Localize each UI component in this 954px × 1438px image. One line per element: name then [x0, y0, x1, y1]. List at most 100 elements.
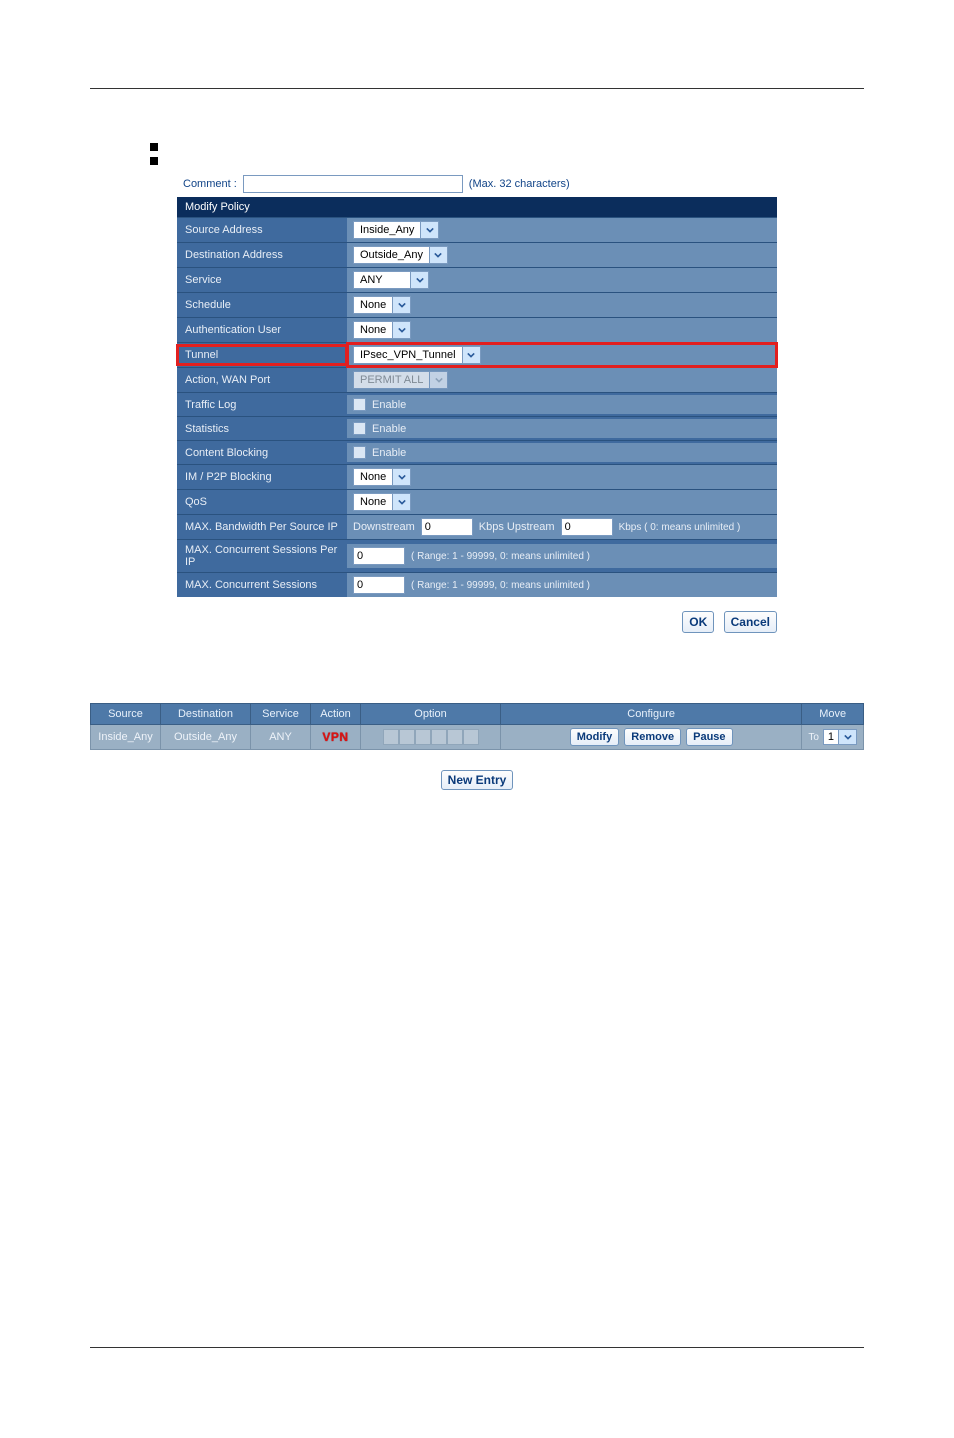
cell-action: VPN	[311, 725, 361, 750]
chevron-down-icon	[392, 297, 410, 313]
bullet-icon	[150, 157, 158, 165]
chevron-down-icon	[462, 347, 480, 363]
cell-destination: Outside_Any	[161, 725, 251, 750]
content-blocking-label: Content Blocking	[177, 443, 347, 463]
statistics-label: Statistics	[177, 419, 347, 439]
th-configure: Configure	[501, 704, 802, 725]
chevron-down-icon	[410, 272, 428, 288]
service-select[interactable]: ANY	[353, 271, 429, 289]
select-value: Outside_Any	[354, 249, 429, 261]
downstream-input[interactable]	[421, 518, 473, 536]
option-slot	[383, 729, 399, 745]
im-p2p-label: IM / P2P Blocking	[177, 467, 347, 487]
policy-table: Source Destination Service Action Option…	[90, 703, 864, 750]
comment-hint: (Max. 32 characters)	[469, 178, 570, 190]
select-value: None	[354, 471, 392, 483]
chevron-down-icon	[392, 322, 410, 338]
cell-service: ANY	[251, 725, 311, 750]
chevron-down-icon	[392, 469, 410, 485]
max-sess-range: ( Range: 1 - 99999, 0: means unlimited )	[411, 580, 590, 591]
enable-text: Enable	[372, 447, 406, 459]
max-sess-ip-range: ( Range: 1 - 99999, 0: means unlimited )	[411, 551, 590, 562]
select-value: 1	[824, 731, 838, 743]
section-title: Modify Policy	[177, 197, 777, 217]
policy-table-wrap: Source Destination Service Action Option…	[90, 703, 864, 790]
qos-label: QoS	[177, 492, 347, 512]
traffic-log-checkbox[interactable]	[353, 398, 366, 411]
enable-text: Enable	[372, 423, 406, 435]
select-value: None	[354, 324, 392, 336]
th-option: Option	[361, 704, 501, 725]
max-sess-input[interactable]	[353, 576, 405, 594]
table-row: Inside_Any Outside_Any ANY VPN	[91, 725, 864, 750]
option-slot	[447, 729, 463, 745]
qos-select[interactable]: None	[353, 493, 411, 511]
enable-text: Enable	[372, 399, 406, 411]
max-sess-ip-input[interactable]	[353, 547, 405, 565]
comment-label: Comment :	[183, 178, 237, 190]
content-blocking-checkbox[interactable]	[353, 446, 366, 459]
destination-address-label: Destination Address	[177, 245, 347, 265]
th-source: Source	[91, 704, 161, 725]
select-value: IPsec_VPN_Tunnel	[354, 349, 462, 361]
statistics-checkbox[interactable]	[353, 422, 366, 435]
th-destination: Destination	[161, 704, 251, 725]
cell-move: To 1	[802, 725, 864, 750]
chevron-down-icon	[838, 730, 856, 744]
service-label: Service	[177, 270, 347, 290]
bullet-icon	[150, 143, 158, 151]
action-wan-select[interactable]: PERMIT ALL	[353, 371, 448, 389]
th-action: Action	[311, 704, 361, 725]
traffic-log-label: Traffic Log	[177, 395, 347, 415]
max-sess-label: MAX. Concurrent Sessions	[177, 575, 347, 595]
max-sess-ip-label: MAX. Concurrent Sessions Per IP	[177, 540, 347, 572]
remove-button[interactable]: Remove	[624, 728, 681, 746]
auth-user-label: Authentication User	[177, 320, 347, 340]
top-divider	[90, 88, 864, 89]
downstream-label: Downstream	[353, 521, 415, 533]
move-select[interactable]: 1	[823, 729, 857, 745]
select-value: ANY	[354, 274, 410, 286]
option-slot	[399, 729, 415, 745]
comment-input[interactable]	[243, 175, 463, 193]
select-value: None	[354, 496, 392, 508]
comment-row: Comment : (Max. 32 characters)	[177, 171, 777, 197]
chevron-down-icon	[392, 494, 410, 510]
option-slot	[463, 729, 479, 745]
select-value: Inside_Any	[354, 224, 420, 236]
th-service: Service	[251, 704, 311, 725]
tunnel-select[interactable]: IPsec_VPN_Tunnel	[353, 346, 481, 364]
cell-source: Inside_Any	[91, 725, 161, 750]
schedule-label: Schedule	[177, 295, 347, 315]
chevron-down-icon	[429, 372, 447, 388]
chevron-down-icon	[429, 247, 447, 263]
option-slot	[415, 729, 431, 745]
max-bw-label: MAX. Bandwidth Per Source IP	[177, 517, 347, 537]
upstream-input[interactable]	[561, 518, 613, 536]
th-move: Move	[802, 704, 864, 725]
bullet-list	[150, 143, 864, 165]
cell-option	[361, 725, 501, 750]
tunnel-label: Tunnel	[177, 345, 347, 365]
policy-form: Comment : (Max. 32 characters) Modify Po…	[177, 171, 777, 633]
chevron-down-icon	[420, 222, 438, 238]
source-address-select[interactable]: Inside_Any	[353, 221, 439, 239]
im-p2p-select[interactable]: None	[353, 468, 411, 486]
ok-button[interactable]: OK	[682, 611, 714, 633]
option-slot	[431, 729, 447, 745]
cell-configure: Modify Remove Pause	[501, 725, 802, 750]
new-entry-button[interactable]: New Entry	[441, 770, 514, 790]
bw-hint: Kbps ( 0: means unlimited )	[619, 522, 741, 533]
auth-user-select[interactable]: None	[353, 321, 411, 339]
destination-address-select[interactable]: Outside_Any	[353, 246, 448, 264]
pause-button[interactable]: Pause	[686, 728, 732, 746]
select-value: None	[354, 299, 392, 311]
modify-button[interactable]: Modify	[570, 728, 619, 746]
vpn-badge: VPN	[322, 730, 348, 744]
schedule-select[interactable]: None	[353, 296, 411, 314]
select-value: PERMIT ALL	[354, 374, 429, 386]
cancel-button[interactable]: Cancel	[724, 611, 777, 633]
move-to-label: To	[808, 732, 819, 743]
action-wan-label: Action, WAN Port	[177, 370, 347, 390]
source-address-label: Source Address	[177, 220, 347, 240]
